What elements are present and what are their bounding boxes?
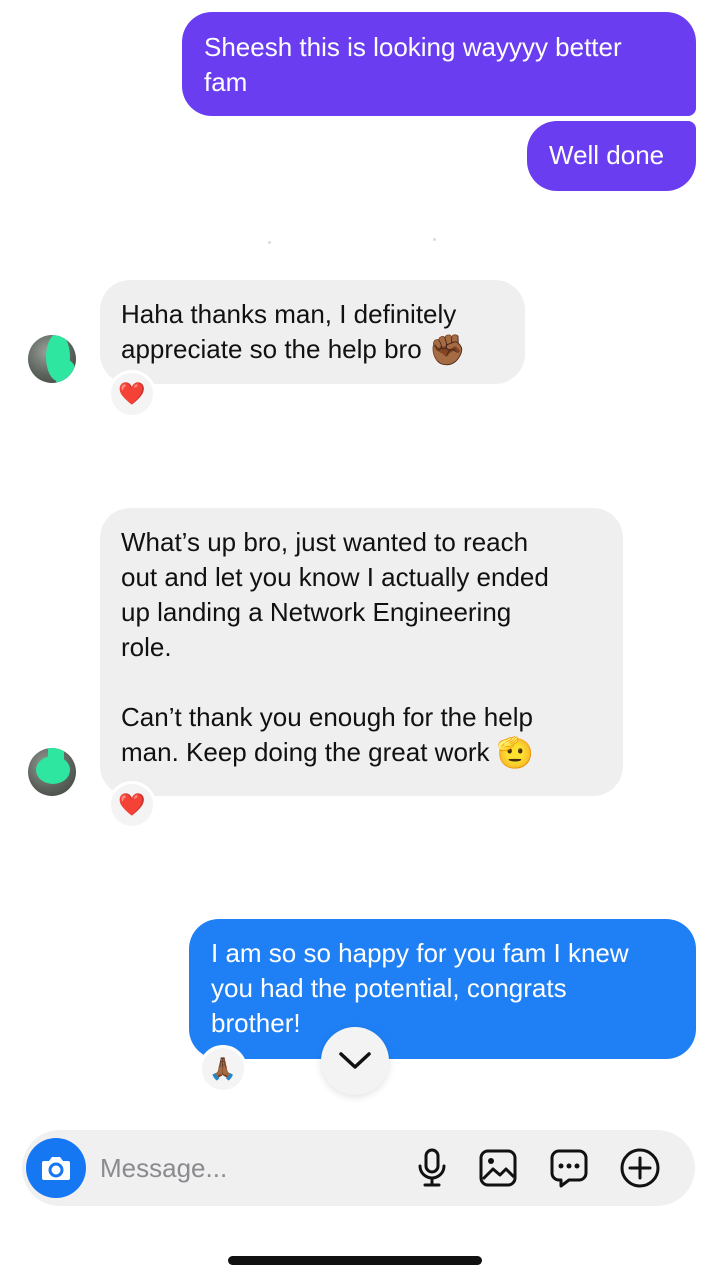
avatar[interactable] bbox=[28, 748, 76, 796]
add-button[interactable] bbox=[618, 1146, 662, 1190]
camera-icon bbox=[42, 1157, 70, 1180]
gallery-button[interactable] bbox=[476, 1146, 520, 1190]
microphone-icon bbox=[418, 1148, 446, 1187]
message-bubble-sent[interactable]: Well done bbox=[527, 121, 696, 191]
message-bubble-sent[interactable]: Sheesh this is looking wayyyy better fam bbox=[182, 12, 696, 116]
chevron-down-icon bbox=[339, 1052, 371, 1069]
separator-dot bbox=[268, 241, 271, 244]
message-text: Sheesh this is looking wayyyy better fam bbox=[204, 32, 622, 97]
image-icon bbox=[479, 1149, 517, 1187]
scroll-to-bottom-button[interactable] bbox=[321, 1027, 389, 1095]
avatar[interactable] bbox=[28, 335, 76, 383]
heart-reaction[interactable]: ❤️ bbox=[108, 781, 156, 829]
message-bubble-received[interactable]: Haha thanks man, I definitely appreciate… bbox=[100, 280, 525, 384]
message-text: Haha thanks man, I definitely appreciate… bbox=[121, 299, 467, 368]
raised-fist-emoji: ✊🏾 bbox=[428, 334, 467, 368]
message-bubble-received[interactable]: What’s up bro, just wanted to reach out … bbox=[100, 508, 623, 796]
message-input[interactable]: Message... bbox=[100, 1150, 227, 1186]
heart-reaction[interactable]: ❤️ bbox=[108, 370, 156, 418]
message-composer: Message... bbox=[22, 1130, 695, 1206]
heart-icon: ❤️ bbox=[118, 792, 146, 817]
voice-message-button[interactable] bbox=[410, 1146, 454, 1190]
message-text: What’s up bro, just wanted to reach out … bbox=[121, 527, 549, 771]
chat-bubble-icon bbox=[550, 1149, 588, 1188]
home-indicator bbox=[228, 1256, 482, 1265]
message-text: Well done bbox=[549, 140, 665, 170]
saluting-face-emoji: 🫡 bbox=[496, 737, 535, 771]
heart-icon: ❤️ bbox=[118, 381, 146, 406]
sticker-button[interactable] bbox=[547, 1146, 591, 1190]
plus-circle-icon bbox=[620, 1148, 660, 1188]
message-text: I am so so happy for you fam I knew you … bbox=[211, 938, 629, 1038]
avatar-redaction bbox=[54, 359, 76, 383]
message-bubble-sent[interactable]: I am so so happy for you fam I knew you … bbox=[189, 919, 696, 1059]
separator-dot bbox=[433, 238, 436, 241]
avatar-redaction bbox=[36, 756, 70, 784]
camera-button[interactable] bbox=[26, 1138, 86, 1198]
praying-hands-reaction[interactable]: 🙏🏾 bbox=[199, 1045, 247, 1093]
praying-hands-icon: 🙏🏾 bbox=[209, 1056, 237, 1081]
